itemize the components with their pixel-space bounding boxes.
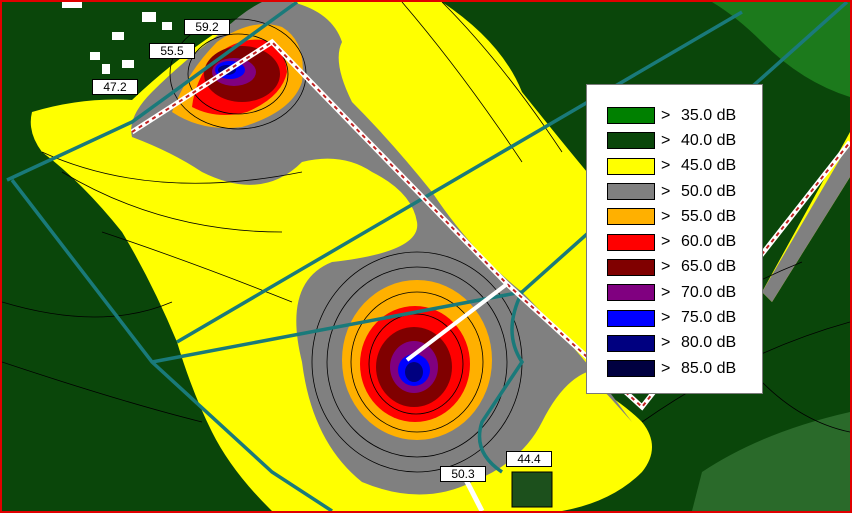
legend-label: 75.0 dB <box>681 309 737 327</box>
noise-level-legend: >35.0 dB >40.0 dB >45.0 dB >50.0 dB >55.0 dB… <box>586 84 763 394</box>
legend-row: >35.0 dB <box>607 103 762 128</box>
receiver-label-55-5: 55.5 <box>149 43 195 59</box>
legend-label: 60.0 dB <box>681 233 737 251</box>
legend-swatch <box>607 157 655 175</box>
legend-row: >85.0 dB <box>607 356 762 381</box>
legend-gt-symbol: > <box>661 309 671 327</box>
legend-row: >80.0 dB <box>607 331 762 356</box>
building-lower <box>511 471 553 508</box>
legend-label: 50.0 dB <box>681 182 737 200</box>
legend-gt-symbol: > <box>661 283 671 301</box>
legend-row: >50.0 dB <box>607 179 762 204</box>
legend-swatch <box>607 183 655 201</box>
legend-label: 40.0 dB <box>681 131 737 149</box>
legend-swatch <box>607 309 655 327</box>
legend-label: 85.0 dB <box>681 359 737 377</box>
legend-gt-symbol: > <box>661 106 671 124</box>
zone-80db-lower <box>405 362 423 382</box>
legend-row: >70.0 dB <box>607 280 762 305</box>
legend-gt-symbol: > <box>661 258 671 276</box>
legend-swatch <box>607 107 655 125</box>
receiver-label-44-4: 44.4 <box>506 451 552 467</box>
legend-gt-symbol: > <box>661 207 671 225</box>
legend-label: 45.0 dB <box>681 157 737 175</box>
legend-gt-symbol: > <box>661 182 671 200</box>
legend-label: 35.0 dB <box>681 106 737 124</box>
legend-swatch <box>607 233 655 251</box>
legend-row: >40.0 dB <box>607 128 762 153</box>
legend-label: 55.0 dB <box>681 207 737 225</box>
legend-swatch <box>607 360 655 378</box>
legend-gt-symbol: > <box>661 359 671 377</box>
legend-swatch <box>607 258 655 276</box>
legend-row: >75.0 dB <box>607 305 762 330</box>
legend-row: >65.0 dB <box>607 255 762 280</box>
legend-row: >45.0 dB <box>607 154 762 179</box>
legend-row: >60.0 dB <box>607 229 762 254</box>
legend-gt-symbol: > <box>661 334 671 352</box>
legend-gt-symbol: > <box>661 131 671 149</box>
receiver-label-50-3: 50.3 <box>440 466 486 482</box>
legend-gt-symbol: > <box>661 233 671 251</box>
legend-label: 80.0 dB <box>681 334 737 352</box>
legend-swatch <box>607 334 655 352</box>
legend-label: 65.0 dB <box>681 258 737 276</box>
receiver-label-59-2: 59.2 <box>184 19 230 35</box>
legend-swatch <box>607 284 655 302</box>
legend-swatch <box>607 132 655 150</box>
legend-gt-symbol: > <box>661 157 671 175</box>
receiver-label-47-2: 47.2 <box>92 79 138 95</box>
legend-row: >55.0 dB <box>607 204 762 229</box>
noise-map-viewport[interactable]: 59.2 55.5 47.2 50.3 44.4 >35.0 dB >40.0 d… <box>0 0 852 513</box>
legend-label: 70.0 dB <box>681 283 737 301</box>
legend-swatch <box>607 208 655 226</box>
